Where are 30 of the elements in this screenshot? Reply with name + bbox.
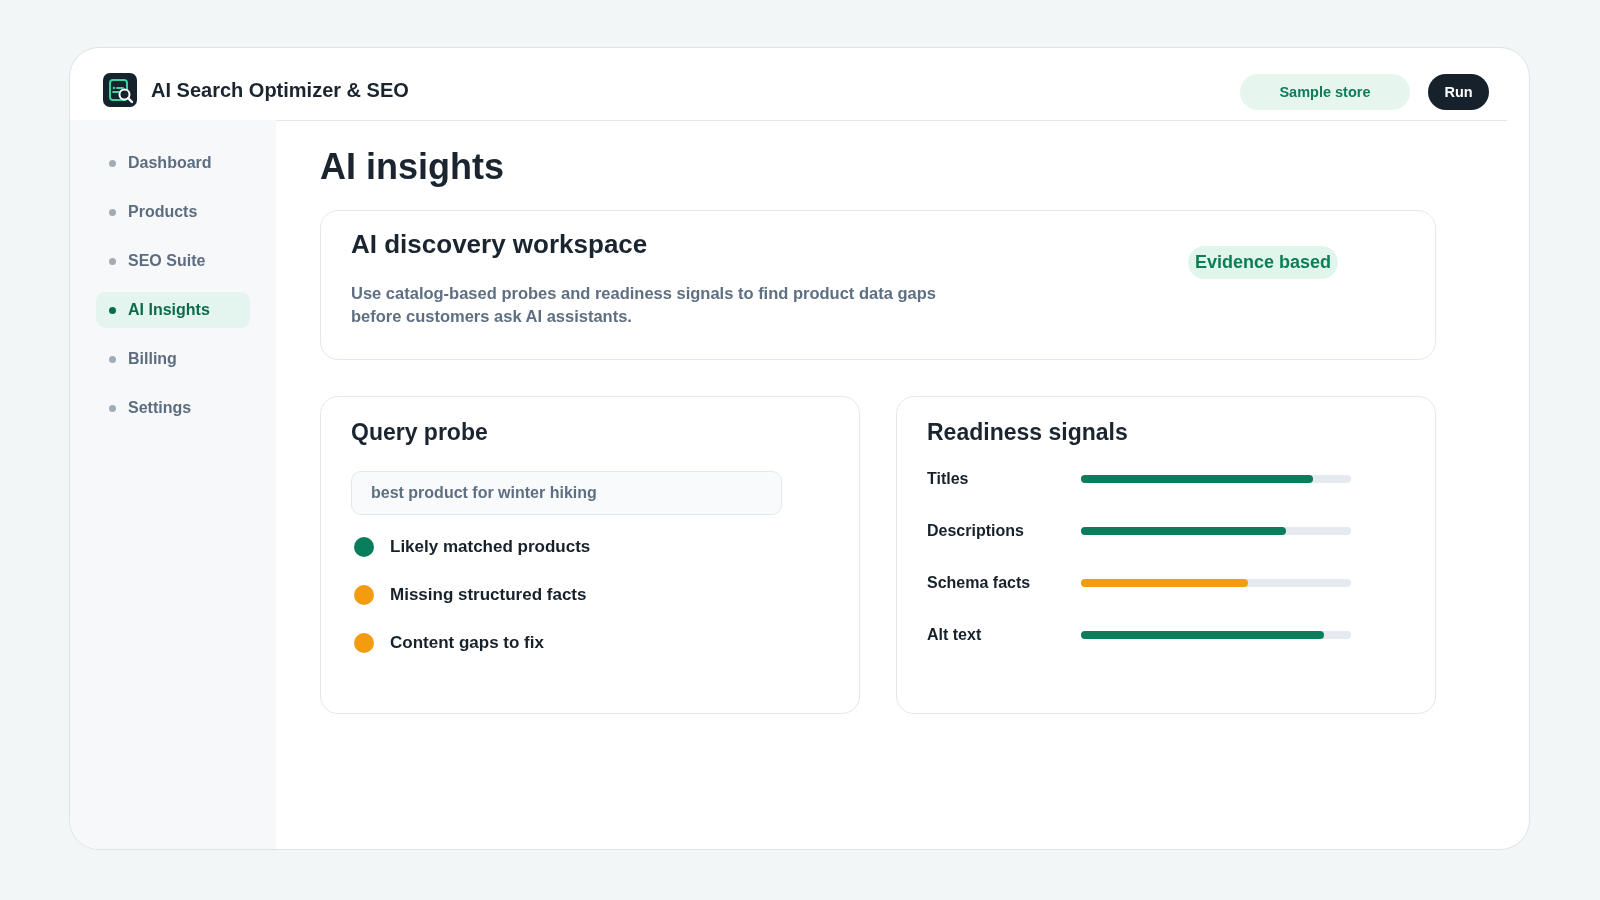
sidebar-item[interactable]: Billing [96, 341, 250, 377]
status-badge: Evidence based [1187, 246, 1338, 279]
run-button[interactable]: Run [1428, 74, 1489, 110]
sidebar-item[interactable]: Products [96, 194, 250, 230]
query-field[interactable]: best product for winter hiking [351, 471, 782, 515]
card-description: Use catalog-based probes and readiness signals to find product data gaps before customers ask AI assistants. [351, 283, 937, 327]
dot-icon [109, 306, 116, 314]
card-title: AI discovery workspace [351, 229, 649, 259]
sidebar-item[interactable]: SEO Suite [96, 243, 250, 279]
store-button[interactable]: Sample store [1240, 74, 1410, 110]
card-title: Query probe [351, 418, 489, 446]
dot-icon [109, 257, 116, 265]
signal-label: Schema facts [927, 574, 1032, 592]
sidebar-item[interactable]: AI Insights [96, 292, 250, 328]
sidebar-item[interactable]: Dashboard [96, 145, 250, 181]
dot-icon [109, 404, 116, 412]
card-title: Readiness signals [927, 418, 1129, 446]
app-title: AI Search Optimizer & SEO [151, 78, 409, 102]
result-label: Likely matched products [390, 537, 591, 557]
signal-label: Descriptions [927, 522, 1025, 540]
signal-label: Alt text [927, 626, 983, 644]
signal-label: Titles [927, 470, 970, 488]
dot-icon [109, 159, 116, 167]
dot-icon [109, 355, 116, 363]
page-title: AI insights [320, 147, 505, 187]
dot-icon [109, 208, 116, 216]
document-search-icon [103, 73, 137, 107]
result-label: Missing structured facts [390, 585, 587, 605]
result-label: Content gaps to fix [390, 633, 544, 653]
sidebar-item[interactable]: Settings [96, 390, 250, 426]
